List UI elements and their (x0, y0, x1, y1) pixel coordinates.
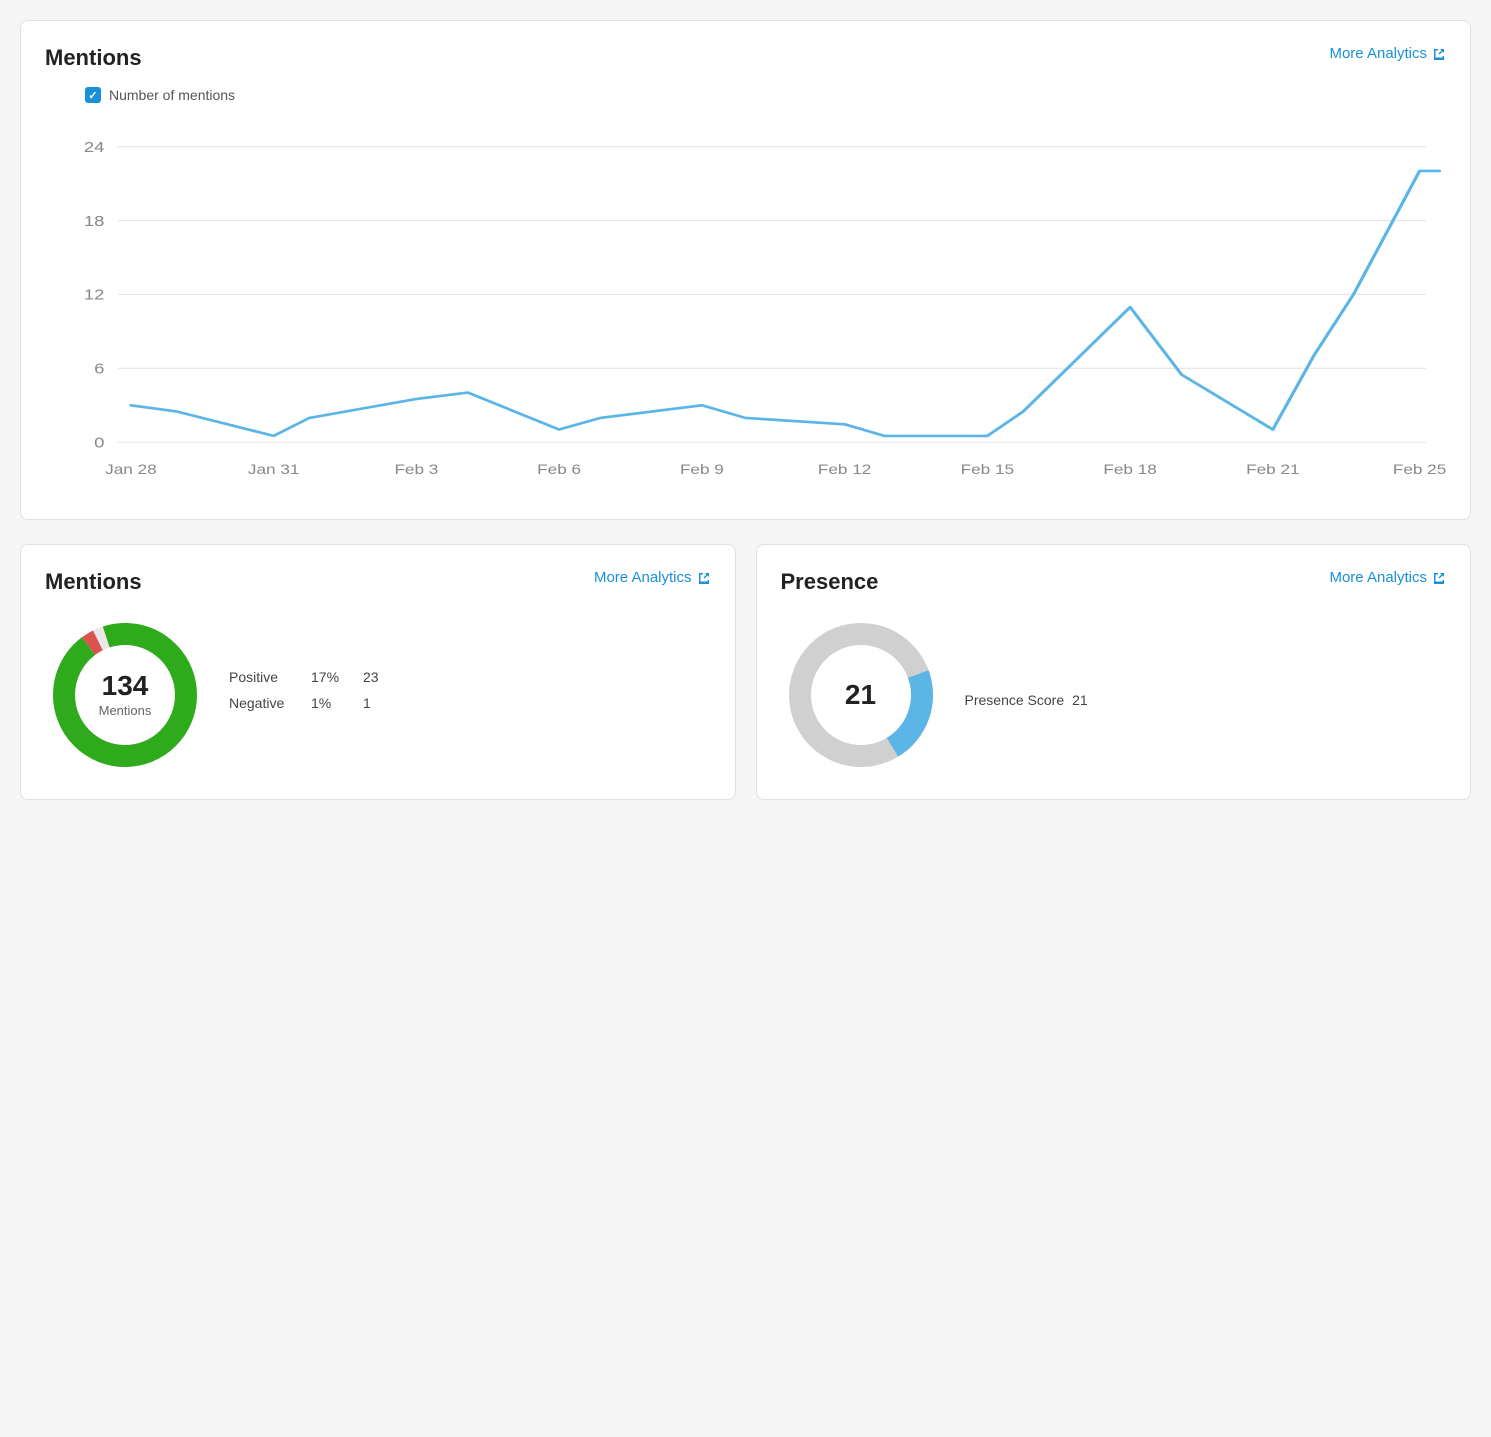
negative-label: Negative (229, 695, 299, 711)
positive-pct: 17% (311, 669, 351, 685)
svg-text:Feb 21: Feb 21 (1246, 462, 1299, 477)
donut-center-label: 134 Mentions (99, 670, 152, 720)
svg-text:Feb 12: Feb 12 (818, 462, 871, 477)
negative-pct: 1% (311, 695, 351, 711)
presence-more-analytics-label: More Analytics (1329, 569, 1427, 586)
presence-header: Presence More Analytics (781, 569, 1447, 595)
positive-count: 23 (363, 669, 379, 685)
external-link-icon (1432, 47, 1446, 61)
negative-count: 1 (363, 695, 371, 711)
mentions-donut-chart: 134 Mentions (45, 615, 205, 775)
mentions-legend: Number of mentions (85, 87, 1446, 103)
presence-donut-chart: 21 (781, 615, 941, 775)
presence-score-number: 21 (1072, 692, 1088, 708)
svg-text:18: 18 (84, 213, 105, 230)
more-analytics-label: More Analytics (1329, 45, 1427, 62)
negative-row: Negative 1% 1 (229, 695, 379, 711)
positive-label: Positive (229, 669, 299, 685)
legend-checkbox[interactable] (85, 87, 101, 103)
svg-text:12: 12 (84, 286, 105, 303)
svg-text:Jan 28: Jan 28 (105, 462, 157, 477)
external-link-icon-2 (697, 571, 711, 585)
presence-score-info: Presence Score 21 (965, 692, 1088, 708)
svg-text:Jan 31: Jan 31 (248, 462, 300, 477)
mentions-donut-more-analytics-label: More Analytics (594, 569, 692, 586)
line-chart-svg: 0 6 12 18 24 Jan 28 Jan 31 Feb 3 Feb 6 F… (45, 115, 1446, 495)
svg-text:6: 6 (94, 360, 104, 377)
mentions-chart-more-analytics-link[interactable]: More Analytics (1329, 45, 1446, 62)
svg-text:Feb 9: Feb 9 (680, 462, 724, 477)
legend-label: Number of mentions (109, 87, 235, 103)
svg-text:24: 24 (84, 139, 105, 156)
mentions-donut-header: Mentions More Analytics (45, 569, 711, 595)
bottom-panels: Mentions More Analytics (20, 544, 1471, 800)
svg-text:Feb 15: Feb 15 (961, 462, 1014, 477)
svg-text:0: 0 (94, 434, 104, 451)
mentions-chart-header: Mentions More Analytics (45, 45, 1446, 71)
mentions-line (131, 171, 1439, 436)
mentions-donut-more-analytics-link[interactable]: More Analytics (594, 569, 711, 586)
mentions-chart-title: Mentions (45, 45, 142, 71)
svg-text:Feb 18: Feb 18 (1103, 462, 1156, 477)
mentions-total: 134 (99, 670, 152, 702)
presence-score-label: Presence Score (965, 692, 1065, 708)
mentions-chart-card: Mentions More Analytics Number of mentio… (20, 20, 1471, 520)
svg-text:Feb 6: Feb 6 (537, 462, 581, 477)
mentions-donut-title: Mentions (45, 569, 142, 595)
mentions-donut-panel: Mentions More Analytics (20, 544, 736, 800)
mentions-sublabel: Mentions (99, 703, 152, 718)
svg-text:Feb 3: Feb 3 (394, 462, 438, 477)
positive-row: Positive 17% 23 (229, 669, 379, 685)
presence-title: Presence (781, 569, 879, 595)
presence-content: 21 Presence Score 21 (781, 615, 1447, 775)
presence-score-row: Presence Score 21 (965, 692, 1088, 708)
presence-more-analytics-link[interactable]: More Analytics (1329, 569, 1446, 586)
presence-panel: Presence More Analytics 21 (756, 544, 1472, 800)
mentions-stats: Positive 17% 23 Negative 1% 1 (229, 669, 379, 721)
svg-text:Feb 25: Feb 25 (1393, 462, 1446, 477)
presence-center-label: 21 (845, 679, 876, 711)
mentions-line-chart: 0 6 12 18 24 Jan 28 Jan 31 Feb 3 Feb 6 F… (45, 115, 1446, 495)
external-link-icon-3 (1432, 571, 1446, 585)
mentions-donut-content: 134 Mentions Positive 17% 23 Negative 1%… (45, 615, 711, 775)
presence-score-value: 21 (845, 679, 876, 711)
